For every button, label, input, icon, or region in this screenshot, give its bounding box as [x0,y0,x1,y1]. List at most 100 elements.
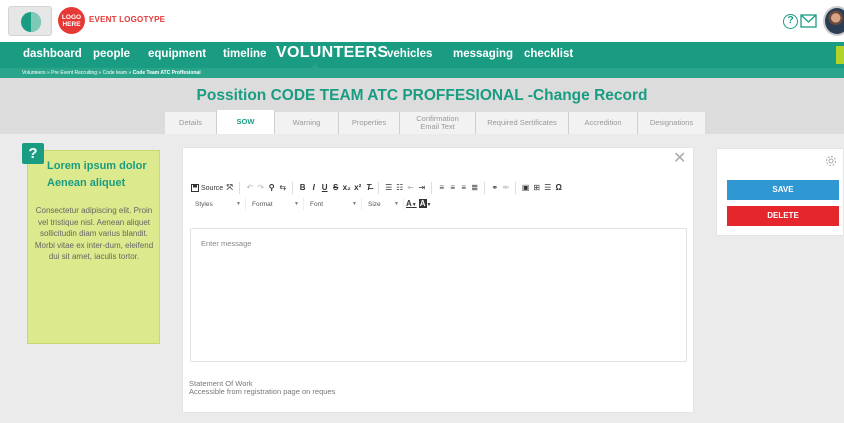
horizontal-line-icon[interactable]: ☰ [543,182,552,194]
event-logotype: EVENT LOGOTYPE [89,15,166,24]
message-textarea[interactable]: Enter message [190,228,687,362]
toolbar-row-2: Styles ▼ Format ▼ Font ▼ Size ▼ A▼ A▼ [191,197,431,211]
subscript-icon[interactable]: x₂ [342,182,351,194]
special-char-icon[interactable]: Ω [554,182,563,194]
styles-select[interactable]: Styles ▼ [191,198,246,210]
styles-label: Styles [195,200,213,208]
delete-button[interactable]: DELETE [727,206,839,226]
table-icon[interactable]: ⊞ [532,182,541,194]
nav-item-vehicles[interactable]: vehicles [387,48,432,60]
nav-item-timeline[interactable]: timeline [223,48,266,60]
remove-format-icon[interactable]: T̶ [364,182,373,194]
tab-properties-label: Properties [351,118,387,127]
numbered-list-icon[interactable]: ☰ [384,182,393,194]
tab-confirmation-email-text[interactable]: Confirmation Email Text [399,112,475,134]
bulleted-list-icon[interactable]: ☷ [395,182,404,194]
toolbar-separator [484,182,486,194]
size-label: Size [368,200,381,208]
format-select[interactable]: Format ▼ [248,198,304,210]
align-justify-icon[interactable]: ≣ [470,182,479,194]
align-center-icon[interactable]: ≡ [448,182,457,194]
breadcrumb-bar: Volunteers » Pre Event Recruiting » Code… [0,68,844,78]
unlink-icon[interactable]: ⚮ [501,182,510,194]
underline-icon[interactable]: U [320,182,329,194]
tab-required-sertificates[interactable]: Required Sertificates [475,112,568,134]
nav-item-volunteers[interactable]: VOLUNTEERS [276,44,388,62]
indent-icon[interactable]: ⇥ [417,182,426,194]
breadcrumb-path[interactable]: Volunteers » Pre Event Recruiting » Code… [22,70,133,76]
align-left-icon[interactable]: ≡ [437,182,446,194]
nav-item-messaging[interactable]: messaging [453,48,513,60]
avatar[interactable] [823,6,844,36]
tab-details[interactable]: Details [165,112,216,134]
tab-warning-label: Warning [292,118,321,127]
nav-item-checklist[interactable]: checklist [524,48,573,60]
page-title: Possition CODE TEAM ATC PROFFESIONAL -Ch… [196,87,648,104]
tab-required-sertificates-label: Required Sertificates [487,118,557,127]
bg-color-label: A [418,198,427,208]
toolbar-separator [292,182,294,194]
question-icon: ? [22,143,44,164]
bg-color-icon[interactable]: A▼ [418,198,431,211]
logo-here-badge: LOGO HERE [58,7,85,34]
maximize-icon[interactable]: ⤧ [225,182,234,194]
font-select[interactable]: Font ▼ [306,198,362,210]
align-right-icon[interactable]: ≡ [459,182,468,194]
breadcrumb-current: Code Team ATC Proffesional [132,70,201,76]
chevron-down-icon: ▼ [394,201,399,207]
editor-toolbar: Source ⤧ ↶ ↷ ⚲ ⇆ B I U S x₂ x² T̶ ☰ ☷ ⇤ … [191,178,687,212]
strikethrough-icon[interactable]: S [331,182,340,194]
toolbar-separator [239,182,241,194]
close-icon[interactable]: ✕ [673,151,686,167]
tab-accredition[interactable]: Accredition [568,112,637,134]
chevron-down-icon: ▼ [352,201,357,207]
app-logo-icon [21,12,41,32]
info-note-body: Consectetur adipiscing elit. Proin vel t… [34,206,154,261]
format-label: Format [252,200,273,208]
tab-warning[interactable]: Warning [274,112,338,134]
bold-icon[interactable]: B [298,182,307,194]
text-color-icon[interactable]: A▼ [406,198,417,211]
app-logo-button[interactable] [8,6,52,36]
nav-item-people[interactable]: people [93,48,130,60]
tab-sow[interactable]: SOW [216,110,274,134]
italic-icon[interactable]: I [309,182,318,194]
toolbar-row-1: Source ⤧ ↶ ↷ ⚲ ⇆ B I U S x₂ x² T̶ ☰ ☷ ⇤ … [191,181,563,195]
tab-accredition-label: Accredition [584,118,622,127]
toolbar-separator [378,182,380,194]
undo-icon[interactable]: ↶ [245,182,254,194]
breadcrumb[interactable]: Volunteers » Pre Event Recruiting » Code… [22,68,201,78]
superscript-icon[interactable]: x² [353,182,362,194]
outdent-icon[interactable]: ⇤ [406,182,415,194]
size-select[interactable]: Size ▼ [364,198,404,210]
logo-here-line2: HERE [62,21,81,28]
nav-side-handle[interactable] [836,46,844,64]
link-icon[interactable]: ⚭ [490,182,499,194]
tab-designations[interactable]: Designations [637,112,705,134]
help-icon[interactable]: ? [783,14,798,29]
gear-icon[interactable] [825,155,837,167]
tab-confirmation-label-line2: Email Text [420,122,455,131]
source-button[interactable]: Source [191,184,223,192]
mail-icon[interactable] [800,14,817,28]
tab-details-label: Details [179,118,202,127]
logo-here-line1: LOGO [61,14,82,21]
statement-of-work-help: Accessible from registration page on req… [189,387,336,396]
image-icon[interactable]: ▣ [521,182,530,194]
nav-item-dashboard[interactable]: dashboard [23,48,82,60]
chevron-down-icon: ▼ [236,201,241,207]
info-note-title: Lorem ipsum dolor Aenean aliquet [47,160,147,189]
save-button[interactable]: SAVE [727,180,839,200]
replace-icon[interactable]: ⇆ [278,182,287,194]
source-icon [191,184,199,192]
toolbar-separator [515,182,517,194]
redo-icon[interactable]: ↷ [256,182,265,194]
info-note-card: Lorem ipsum dolor Aenean aliquet Consect… [27,150,160,344]
nav-item-equipment[interactable]: equipment [148,48,206,60]
tab-designations-label: Designations [649,118,694,127]
tab-properties[interactable]: Properties [338,112,399,134]
nav-active-caret [310,64,320,69]
find-icon[interactable]: ⚲ [267,182,276,194]
source-label: Source [201,184,224,192]
chevron-down-icon: ▼ [294,201,299,207]
